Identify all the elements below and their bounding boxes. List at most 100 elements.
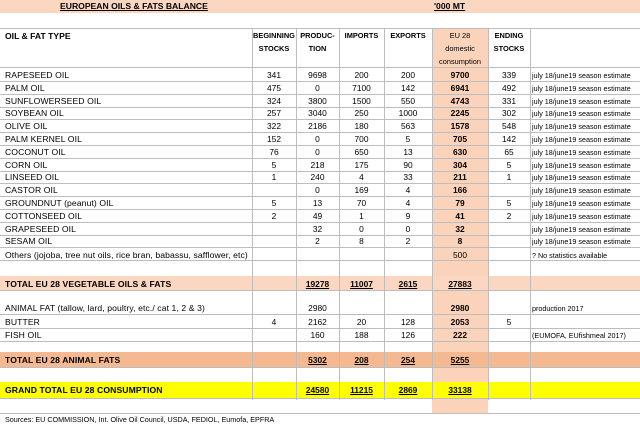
cell-exp: 5	[405, 134, 411, 144]
cell-exp: 1000	[398, 108, 418, 118]
cell-beg: 76	[269, 147, 279, 157]
header-domestic-1: EU 28	[449, 31, 471, 40]
table-row: LINSEED OIL 1 240 4 33 211 1 july 18/june19 sea…	[0, 170, 640, 183]
header-type: OIL & FAT TYPE	[5, 31, 71, 41]
cell-dom: 32	[455, 224, 465, 234]
cell-dom: 2245	[450, 108, 470, 118]
cell-end: 5	[506, 160, 512, 170]
cell-prod: 5302	[308, 355, 327, 365]
table-row: SESAM OIL 2 8 2 8 july 18/june19 season estim…	[0, 234, 640, 247]
row-label: Others (jojoba, tree nut oils, rice bran…	[5, 250, 248, 260]
cell-prod: 24580	[305, 385, 330, 395]
header-beginning-2: STOCKS	[258, 44, 290, 53]
cell-exp: 142	[401, 83, 415, 93]
sheet-title: EUROPEAN OILS & FATS BALANCE	[60, 1, 208, 11]
cell-imp: 175	[354, 160, 369, 170]
cell-exp: 13	[403, 147, 413, 157]
row-label: TOTAL EU 28 ANIMAL FATS	[5, 355, 121, 365]
grid-line	[0, 290, 640, 291]
cell-exp: 550	[401, 96, 415, 106]
row-note: july 18/june19 season estimate	[532, 225, 631, 234]
row-note: july 18/june19 season estimate	[532, 199, 631, 208]
cell-end: 302	[502, 108, 516, 118]
cell-imp: 250	[354, 108, 369, 118]
cell-imp: 200	[354, 70, 369, 80]
cell-exp: 563	[401, 121, 415, 131]
cell-beg: 341	[267, 70, 281, 80]
unit-label: '000 MT	[434, 1, 466, 11]
cell-prod: 2	[315, 236, 320, 246]
cell-dom: 2980	[450, 303, 470, 313]
row-note: (EUMOFA, EUfishmeal 2017)	[532, 331, 626, 340]
cell-imp: 1	[359, 211, 364, 221]
cell-dom: 222	[453, 330, 467, 340]
cell-beg: 2	[271, 211, 277, 221]
cell-exp: 2615	[398, 279, 418, 289]
cell-imp: 8	[359, 236, 364, 246]
grid-line	[0, 367, 640, 368]
cell-end: 65	[504, 147, 514, 157]
cell-end: 5	[506, 198, 512, 208]
grand-total-row: GRAND TOTAL EU 28 CONSUMPTION 24580 11215 2…	[0, 382, 640, 398]
cell-dom: 6941	[450, 83, 470, 93]
row-note: july 18/june19 season estimate	[532, 71, 631, 80]
cell-dom: 166	[453, 185, 467, 195]
header-production-2: TION	[308, 44, 327, 53]
cell-dom: 27883	[448, 279, 472, 289]
row-label: PALM OIL	[5, 83, 45, 93]
table-row: RAPESEED OIL 341 9698 200 200 9700 339 july 18/…	[0, 68, 640, 81]
cell-dom: 9700	[450, 70, 470, 80]
grid-line	[0, 413, 640, 414]
cell-beg: 1	[271, 172, 277, 182]
header-domestic-3: consumption	[439, 57, 481, 66]
row-note: july 18/june19 season estimate	[532, 212, 631, 221]
cell-beg: 152	[267, 134, 281, 144]
header-ending-1: ENDING	[494, 31, 524, 40]
cell-prod: 240	[310, 172, 325, 182]
row-label: LINSEED OIL	[5, 172, 60, 182]
cell-beg: 4	[271, 317, 277, 327]
cell-imp: 20	[356, 317, 367, 327]
row-note: july 18/june19 season estimate	[532, 135, 631, 144]
row-note: production 2017	[532, 304, 584, 313]
cell-prod: 3800	[308, 96, 327, 106]
cell-dom: 1578	[450, 121, 470, 131]
cell-beg: 5	[271, 160, 277, 170]
grid-line	[0, 260, 640, 261]
cell-prod: 2186	[308, 121, 327, 131]
cell-end: 142	[502, 134, 516, 144]
cell-dom: 5255	[450, 355, 470, 365]
cell-exp: 33	[403, 172, 413, 182]
table-row: PALM OIL 475 0 7100 142 6941 492 july 18/june19…	[0, 81, 640, 94]
cell-exp: 200	[401, 70, 415, 80]
row-label: GRAND TOTAL EU 28 CONSUMPTION	[5, 385, 163, 395]
cell-exp: 126	[401, 330, 415, 340]
row-label: COTTONSEED OIL	[5, 211, 83, 221]
row-label: SUNFLOWERSEED OIL	[5, 96, 102, 106]
cell-end: 548	[502, 121, 516, 131]
cell-beg: 324	[267, 96, 281, 106]
cell-prod: 2162	[308, 317, 327, 327]
cell-prod: 13	[312, 198, 323, 208]
cell-beg: 5	[271, 198, 277, 208]
cell-imp: 650	[354, 147, 369, 157]
cell-dom: 211	[453, 172, 467, 182]
cell-imp: 700	[354, 134, 369, 144]
row-note: july 18/june19 season estimate	[532, 97, 631, 106]
cell-dom: 4743	[450, 96, 470, 106]
cell-prod: 0	[315, 83, 320, 93]
table-row: PALM KERNEL OIL 152 0 700 5 705 142 july 18/jun…	[0, 132, 640, 145]
row-label: COCONUT OIL	[5, 147, 66, 157]
cell-imp: 11215	[350, 385, 373, 395]
row-label: PALM KERNEL OIL	[5, 134, 82, 144]
cell-prod: 32	[312, 224, 323, 234]
header-beginning-1: BEGINNING	[253, 31, 295, 40]
table-row: COTTONSEED OIL 2 49 1 9 41 2 july 18/june19 sea…	[0, 209, 640, 222]
total-veg-row: TOTAL EU 28 VEGETABLE OILS & FATS 19278 11…	[0, 276, 640, 290]
cell-imp: 180	[354, 121, 369, 131]
cell-beg: 322	[267, 121, 281, 131]
cell-exp: 90	[403, 160, 413, 170]
row-note: july 18/june19 season estimate	[532, 122, 631, 131]
row-label: ANIMAL FAT (tallow, lard, poultry, etc./…	[5, 303, 205, 313]
cell-dom: 705	[453, 134, 467, 144]
